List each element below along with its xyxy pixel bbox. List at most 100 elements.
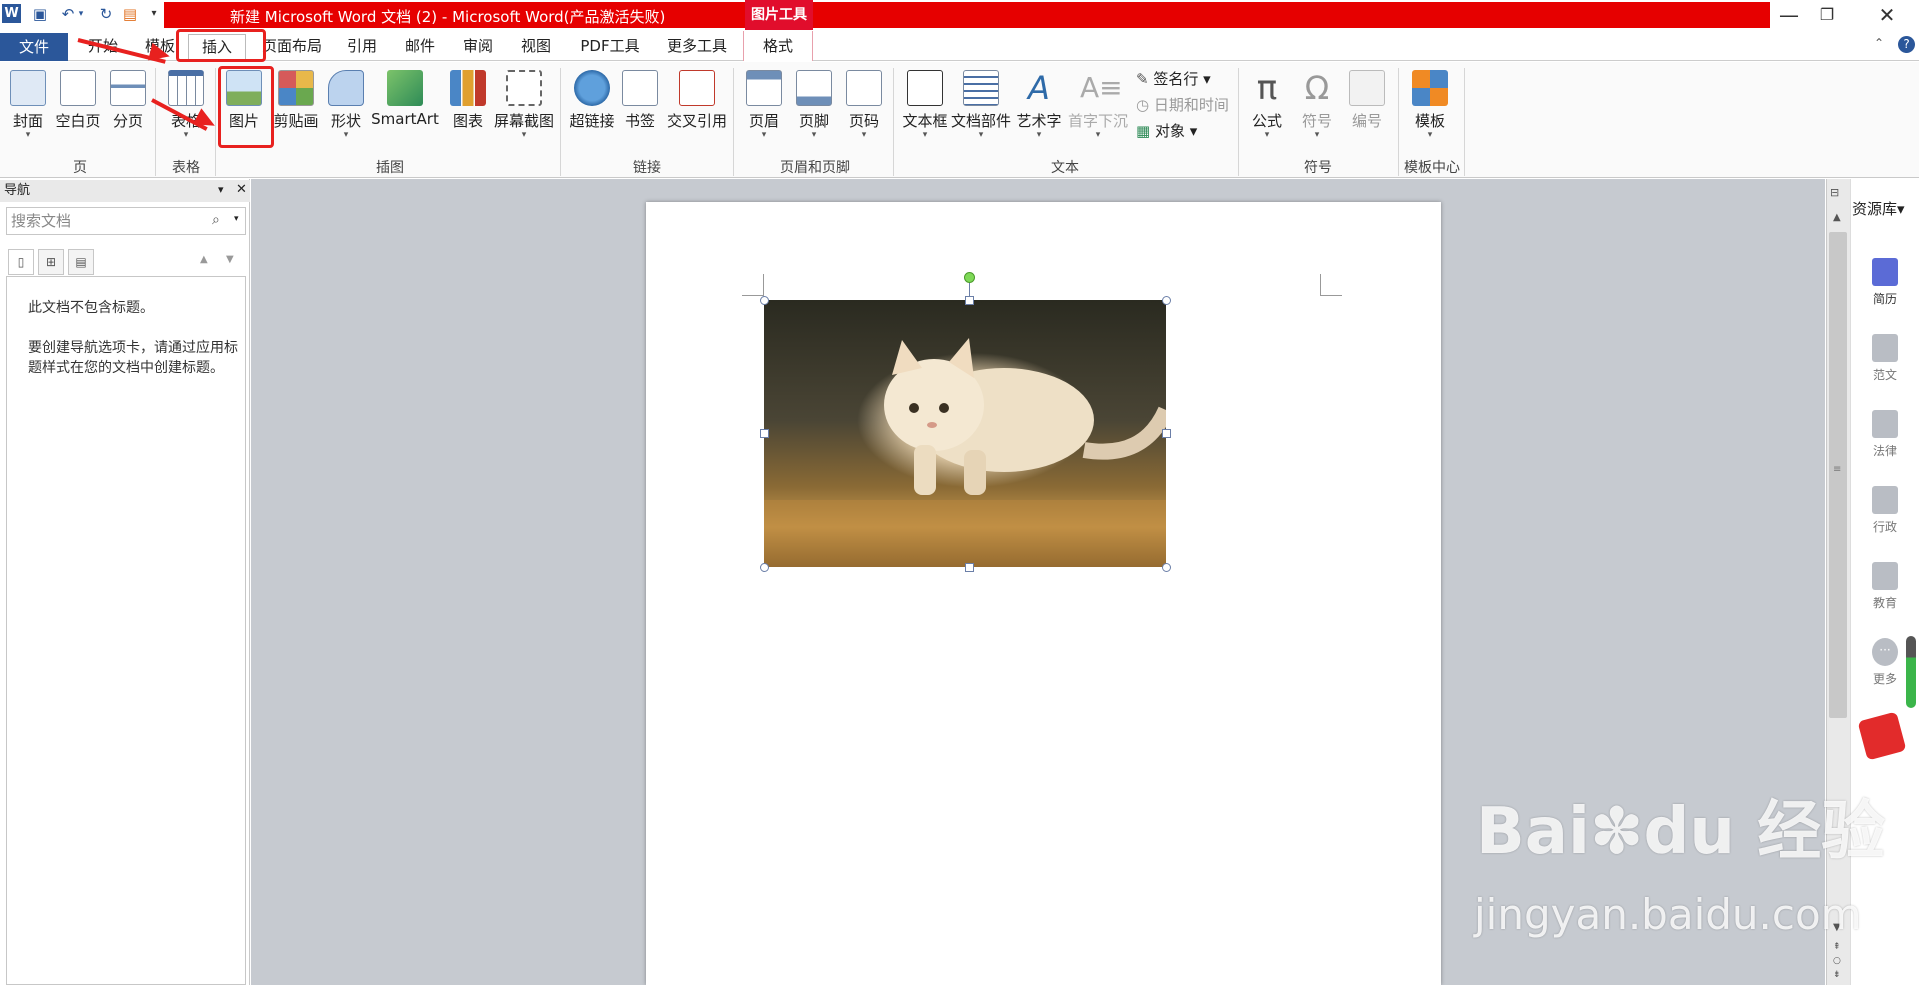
customize-qa-icon[interactable]: ▾ — [148, 4, 160, 24]
baidu-jingyan-watermark-url: jingyan.baidu.com — [1474, 890, 1862, 939]
textbox-button[interactable]: 文本框 ▾ — [896, 66, 954, 148]
resource-admin[interactable]: 行政 — [1856, 486, 1914, 535]
group-label-symbols: 符号 — [1304, 160, 1332, 176]
footer-button[interactable]: 页脚 ▾ — [786, 66, 842, 148]
resize-handle-top-right[interactable] — [1162, 296, 1171, 305]
resize-handle-bottom[interactable] — [965, 563, 974, 572]
footer-icon — [796, 70, 832, 106]
chart-button[interactable]: 图表 — [440, 66, 496, 148]
inserted-kitten-picture[interactable] — [764, 300, 1166, 567]
help-icon[interactable]: ? — [1898, 36, 1915, 53]
numbering-button[interactable]: 编号 — [1340, 66, 1394, 148]
group-label-text: 文本 — [1051, 160, 1079, 176]
dropdown-icon[interactable]: ▾ — [76, 4, 86, 24]
insert-tab-highlight-box — [176, 29, 266, 62]
omega-icon: Ω — [1304, 69, 1330, 107]
blank-page-icon — [60, 70, 96, 106]
resize-handle-top[interactable] — [965, 296, 974, 305]
resource-resume[interactable]: 简历 — [1856, 258, 1914, 307]
shapes-icon — [328, 70, 364, 106]
undo-icon[interactable]: ↶ — [58, 4, 78, 24]
gavel-icon — [1872, 410, 1898, 438]
cover-page-button[interactable]: 封面 ▾ — [0, 66, 56, 148]
tab-references[interactable]: 引用 — [340, 34, 384, 59]
equation-button[interactable]: π 公式 ▾ — [1240, 66, 1294, 148]
object-icon: ▦ — [1136, 122, 1155, 140]
tab-pdf-tools[interactable]: PDF工具 — [572, 34, 648, 59]
resize-handle-right[interactable] — [1162, 429, 1171, 438]
ruler-toggle-icon[interactable]: ⊟ — [1830, 186, 1839, 199]
signature-line-button[interactable]: ✎ 签名行 ▾ — [1136, 68, 1211, 89]
tab-mailings[interactable]: 邮件 — [398, 34, 442, 59]
save-icon[interactable]: ▣ — [30, 4, 50, 24]
book-icon — [1872, 562, 1898, 590]
resource-education[interactable]: 教育 — [1856, 562, 1914, 611]
tab-format[interactable]: 格式 — [743, 31, 813, 61]
signature-icon: ✎ — [1136, 70, 1154, 88]
screenshot-button[interactable]: 屏幕截图 ▾ — [490, 66, 558, 148]
crop-mark-top-left — [742, 274, 764, 296]
quick-parts-button[interactable]: 文档部件 ▾ — [950, 66, 1012, 148]
resize-handle-top-left[interactable] — [760, 296, 769, 305]
browse-object-icon[interactable]: ○ — [1833, 956, 1841, 966]
resource-sample-essays[interactable]: 范文 — [1856, 334, 1914, 383]
close-icon[interactable]: ✕ — [1870, 3, 1904, 27]
resume-icon — [1872, 258, 1898, 286]
smartart-button[interactable]: SmartArt — [370, 66, 440, 148]
object-button[interactable]: ▦ 对象 ▾ — [1136, 120, 1197, 141]
nav-next-icon[interactable]: ▼ — [226, 254, 234, 265]
blank-page-button[interactable]: 空白页 — [50, 66, 106, 148]
navigation-content — [6, 276, 246, 985]
search-icon[interactable]: ⌕ — [212, 212, 220, 228]
navigation-pane-title: 导航 — [0, 180, 250, 202]
templates-button[interactable]: 模板 ▾ — [1402, 66, 1458, 148]
scrollbar-thumb[interactable] — [1829, 232, 1847, 718]
resize-handle-bottom-left[interactable] — [760, 563, 769, 572]
wordart-button[interactable]: A 艺术字 ▾ — [1008, 66, 1070, 148]
resource-law[interactable]: 法律 — [1856, 410, 1914, 459]
shapes-button[interactable]: 形状 ▾ — [318, 66, 374, 148]
page-number-button[interactable]: 页码 ▾ — [836, 66, 892, 148]
next-page-icon[interactable]: ⇟ — [1833, 970, 1841, 980]
header-button[interactable]: 页眉 ▾ — [736, 66, 792, 148]
clipart-icon — [278, 70, 314, 106]
symbol-button[interactable]: Ω 符号 ▾ — [1290, 66, 1344, 148]
scroll-up-icon[interactable]: ▲ — [1833, 212, 1841, 223]
nav-prev-icon[interactable]: ▲ — [200, 254, 208, 265]
tab-more-tools[interactable]: 更多工具 — [658, 34, 736, 59]
ribbon-collapse-icon[interactable]: ⌃ — [1874, 36, 1884, 50]
rotate-handle[interactable] — [964, 272, 975, 283]
word-app-icon[interactable]: W — [2, 4, 21, 23]
tab-review[interactable]: 审阅 — [456, 34, 500, 59]
resource-side-slider[interactable] — [1906, 636, 1916, 708]
picture-button-highlight-box — [218, 66, 274, 148]
clipart-button[interactable]: 剪贴画 — [268, 66, 324, 148]
tab-file[interactable]: 文件 — [0, 33, 68, 61]
datetime-button[interactable]: ◷ 日期和时间 — [1136, 94, 1229, 115]
cross-reference-icon — [679, 70, 715, 106]
search-document-input[interactable]: 搜索文档 — [6, 207, 246, 235]
nav-tab-results[interactable]: ▤ — [68, 249, 94, 275]
previous-page-icon[interactable]: ⇞ — [1833, 942, 1841, 952]
search-options-icon[interactable]: ▾ — [234, 214, 239, 224]
resize-handle-bottom-right[interactable] — [1162, 563, 1171, 572]
layout-icon[interactable]: ▤ — [120, 4, 140, 24]
tab-page-layout[interactable]: 页面布局 — [256, 34, 328, 59]
cross-reference-button[interactable]: 交叉引用 — [662, 66, 732, 148]
resize-handle-left[interactable] — [760, 429, 769, 438]
restore-icon[interactable]: ❐ — [1810, 3, 1844, 27]
page-break-button[interactable]: 分页 — [100, 66, 156, 148]
nav-pane-close-icon[interactable]: ✕ — [236, 182, 247, 197]
nav-pane-menu-icon[interactable]: ▾ — [218, 183, 224, 196]
page-break-icon — [110, 70, 146, 106]
dropcap-icon: A≡ — [1080, 71, 1123, 104]
nav-tab-headings[interactable]: ▯ — [8, 249, 34, 275]
minimize-icon[interactable]: — — [1772, 3, 1806, 27]
datetime-icon: ◷ — [1136, 96, 1154, 114]
redo-icon[interactable]: ↻ — [96, 4, 116, 24]
tab-view[interactable]: 视图 — [514, 34, 558, 59]
bookmark-button[interactable]: 书签 — [612, 66, 668, 148]
dropcap-button[interactable]: A≡ 首字下沉 ▾ — [1066, 66, 1130, 148]
resource-library-title[interactable]: 资源库▾ — [1852, 198, 1905, 219]
nav-tab-pages[interactable]: ⊞ — [38, 249, 64, 275]
